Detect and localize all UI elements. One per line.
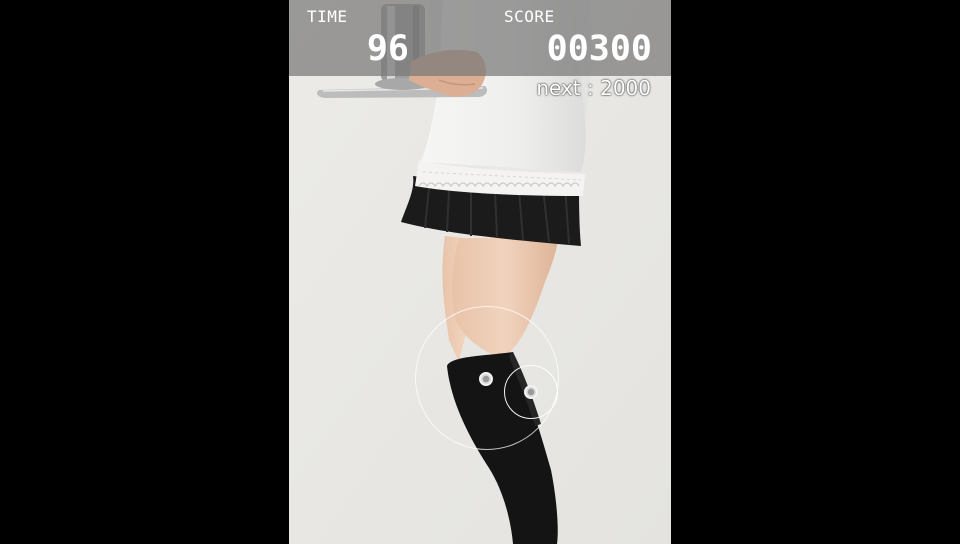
score-value: 00300 [546,29,652,69]
time-value: 96 [366,29,409,69]
score-label: SCORE [504,7,555,26]
target-dot-icon [479,372,493,386]
hud-bar: TIME 96 SCORE 00300 [289,0,671,76]
game-screen: TIME 96 SCORE 00300 next : 2000 [0,0,960,544]
next-target-label: next : 2000 [536,76,651,100]
playfield[interactable]: TIME 96 SCORE 00300 next : 2000 [289,0,671,544]
cursor-center-dot-icon [524,385,538,399]
time-label: TIME [307,7,348,26]
